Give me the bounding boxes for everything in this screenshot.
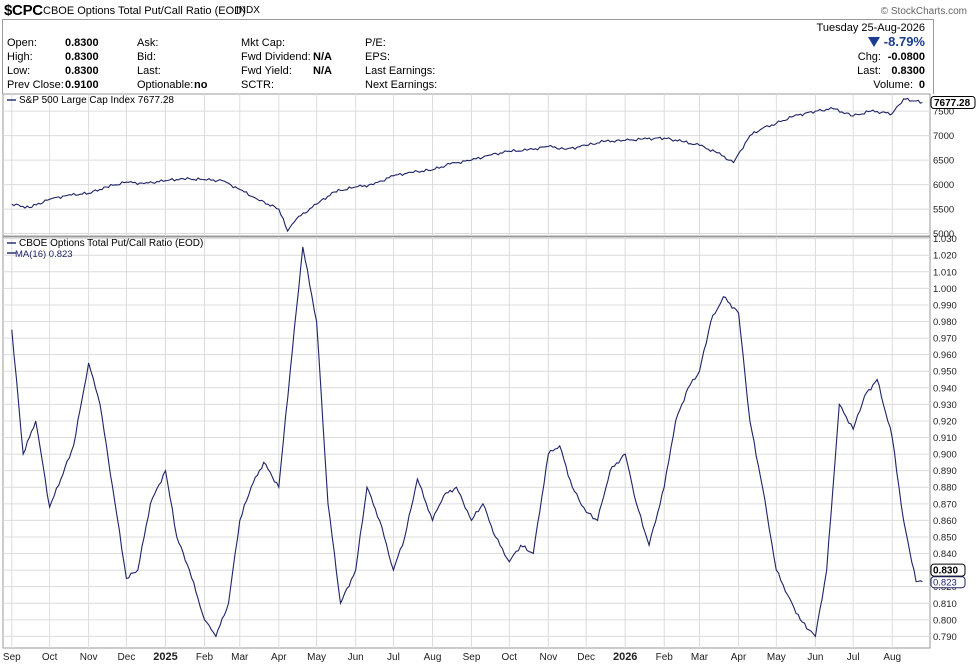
x-tick-label: Apr — [731, 652, 747, 663]
x-tick-label: Sep — [463, 652, 481, 663]
y-tick-label: 0.890 — [933, 466, 957, 477]
y-tick-label: 0.850 — [933, 532, 957, 543]
x-tick-label: May — [307, 652, 326, 663]
y-tick-label: 0.960 — [933, 350, 957, 361]
y-tick-label: 0.920 — [933, 416, 957, 427]
y-tick-label: 0.990 — [933, 300, 957, 311]
y-tick-label: 1.000 — [933, 284, 957, 295]
y-tick-label: 0.930 — [933, 400, 957, 411]
x-tick-label: Feb — [656, 652, 674, 663]
panel-title: CBOE Options Total Put/Call Ratio (EOD) — [19, 238, 203, 249]
x-tick-label: Aug — [883, 652, 901, 663]
y-tick-label: 1.020 — [933, 251, 957, 262]
x-tick-label: Nov — [539, 652, 557, 663]
x-tick-label: Apr — [271, 652, 287, 663]
y-tick-label: 0.880 — [933, 483, 957, 494]
y-tick-label: 0.970 — [933, 334, 957, 345]
price-chart: Sep Oct Nov Dec 2025 Feb Mar Apr May Jun Jul Aug Sep… — [2, 93, 976, 663]
y-tick-label: 5500 — [933, 205, 954, 216]
y-tick-label: 0.790 — [933, 632, 957, 643]
x-tick-label: Jul — [387, 652, 400, 663]
x-tick-label: Nov — [80, 652, 98, 663]
x-tick-label: Mar — [691, 652, 709, 663]
x-tick-label: Jul — [847, 652, 860, 663]
y-tick-label: 6500 — [933, 156, 954, 167]
x-tick-label: Oct — [42, 652, 58, 663]
panel-title: S&P 500 Large Cap Index 7677.28 — [19, 95, 174, 106]
x-tick-label: Jun — [348, 652, 364, 663]
x-tick-label: Sep — [3, 652, 21, 663]
y-tick-label: 0.800 — [933, 615, 957, 626]
y-tick-label: 0.900 — [933, 450, 957, 461]
y-tick-label: 0.860 — [933, 516, 957, 527]
y-tick-label: 0.910 — [933, 433, 957, 444]
last-value-text: 0.830 — [933, 566, 958, 577]
y-tick-label: 1.010 — [933, 267, 957, 278]
last-value-text: 7677.28 — [934, 98, 971, 109]
y-tick-label: 0.870 — [933, 499, 957, 510]
ma-last-text: 0.823 — [933, 578, 957, 589]
x-tick-label: Aug — [424, 652, 442, 663]
x-tick-label: Mar — [231, 652, 249, 663]
y-tick-label: 0.810 — [933, 599, 957, 610]
y-tick-label: 1.030 — [933, 234, 957, 245]
x-tick-label: 2025 — [153, 651, 177, 663]
x-tick-label: Dec — [118, 652, 136, 663]
legend-entry: MA(16) 0.823 — [15, 249, 73, 260]
x-tick-label: 2026 — [613, 651, 637, 663]
x-tick-label: Oct — [502, 652, 518, 663]
y-tick-label: 6000 — [933, 180, 954, 191]
y-tick-label: 0.950 — [933, 367, 957, 378]
y-tick-label: 7000 — [933, 131, 954, 142]
y-tick-label: 0.980 — [933, 317, 957, 328]
x-tick-label: Jun — [807, 652, 823, 663]
x-tick-label: Dec — [577, 652, 595, 663]
panel-frame-0 — [2, 93, 931, 237]
x-tick-label: Feb — [196, 652, 214, 663]
x-tick-label: May — [767, 652, 786, 663]
y-tick-label: 0.940 — [933, 383, 957, 394]
y-tick-label: 0.840 — [933, 549, 957, 560]
